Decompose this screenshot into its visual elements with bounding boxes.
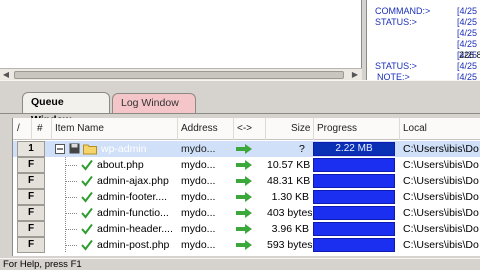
table-row[interactable]: F admin-header.... mydo... 3.96 KB C:\Us… — [13, 221, 480, 237]
checkmark-icon — [81, 159, 93, 171]
remote-pane[interactable] — [0, 0, 362, 70]
progress-bar — [313, 206, 395, 220]
item-address: mydo... — [181, 175, 216, 187]
log-line: STATUS:> — [375, 17, 417, 27]
collapse-icon[interactable] — [55, 141, 65, 157]
tab-queue-window[interactable]: Queue Window — [22, 92, 110, 126]
item-local: C:\Users\ibis\Do — [403, 239, 479, 251]
item-address: mydo... — [181, 207, 216, 219]
item-name: admin-post.php — [97, 239, 170, 251]
item-size: 3.96 KB — [271, 223, 309, 235]
item-size: 48.31 KB — [267, 175, 311, 187]
arrow-right-icon — [236, 192, 252, 202]
item-local: C:\Users\ibis\Do — [403, 175, 479, 187]
folder-icon — [83, 141, 97, 157]
progress-bar — [313, 222, 395, 236]
scroll-right-icon[interactable]: ▶ — [350, 70, 360, 80]
table-row[interactable]: 1 wp-admin mydo... ? 2.22 MB C:\Users\ib… — [13, 141, 480, 157]
status-cell: F — [17, 205, 45, 221]
table-row[interactable]: F about.php mydo... 10.57 KB C:\Users\ib… — [13, 157, 480, 173]
item-name: admin-header.... — [97, 223, 173, 235]
checkmark-icon — [81, 175, 93, 187]
tab-divider — [0, 113, 480, 114]
item-size: 593 bytes — [267, 239, 313, 251]
status-cell: F — [17, 173, 45, 189]
item-local: C:\Users\ibis\Do — [403, 223, 479, 235]
item-size: 10.57 KB — [267, 159, 311, 171]
item-name: admin-footer.... — [97, 191, 168, 203]
item-address: mydo... — [181, 239, 216, 251]
list-header: / # Item Name Address <-> Size Progress … — [13, 118, 480, 140]
scroll-left-icon[interactable]: ◀ — [1, 70, 11, 80]
arrow-right-icon — [236, 176, 252, 186]
item-address: mydo... — [181, 159, 216, 171]
arrow-right-icon — [236, 240, 252, 250]
table-row[interactable]: F admin-functio... mydo... 403 bytes C:\… — [13, 205, 480, 221]
log-line: STATUS:> — [375, 61, 417, 71]
status-cell: 1 — [17, 141, 45, 157]
log-line: COMMAND:> — [375, 6, 431, 16]
arrow-right-icon — [236, 144, 252, 154]
tab-log-window[interactable]: Log Window — [112, 93, 196, 113]
status-cell: F — [17, 221, 45, 237]
arrow-right-icon — [236, 208, 252, 218]
column-local[interactable]: Local — [403, 123, 427, 134]
checkmark-icon — [81, 207, 93, 219]
item-name: admin-functio... — [97, 207, 169, 219]
item-size: ? — [299, 143, 305, 155]
arrow-right-icon — [236, 224, 252, 234]
item-local: C:\Users\ibis\Do — [403, 207, 479, 219]
column-size[interactable]: Size — [291, 123, 310, 134]
column-item-name[interactable]: Item Name — [55, 123, 104, 134]
status-cell: F — [17, 237, 45, 253]
item-size: 1.30 KB — [271, 191, 309, 203]
table-row[interactable]: F admin-footer.... mydo... 1.30 KB C:\Us… — [13, 189, 480, 205]
log-line: 226 8 — [459, 50, 480, 60]
pane-splitter[interactable] — [0, 80, 480, 88]
scrollbar-thumb[interactable] — [14, 71, 344, 79]
column-sort[interactable]: / — [17, 123, 20, 134]
save-icon — [69, 141, 80, 157]
column-direction[interactable]: <-> — [237, 123, 252, 134]
log-line: [4/25 — [457, 39, 478, 49]
column-num[interactable]: # — [37, 123, 43, 134]
table-row[interactable]: F admin-post.php mydo... 593 bytes C:\Us… — [13, 237, 480, 253]
item-address: mydo... — [181, 191, 216, 203]
item-size: 403 bytes — [267, 207, 313, 219]
item-name: admin-ajax.php — [97, 175, 169, 187]
log-line: [4/25 — [457, 28, 478, 38]
checkmark-icon — [81, 223, 93, 235]
progress-bar — [313, 238, 395, 252]
item-address: mydo... — [181, 143, 216, 155]
item-local: C:\Users\ibis\Do — [403, 143, 479, 155]
status-bar: For Help, press F1 — [0, 258, 480, 270]
status-cell: F — [17, 157, 45, 173]
progress-bar — [313, 190, 395, 204]
tab-bar: Queue Window Log Window — [0, 90, 480, 126]
progress-bar: 2.22 MB — [313, 142, 395, 156]
status-text: For Help, press F1 — [3, 259, 82, 270]
arrow-right-icon — [236, 160, 252, 170]
column-progress[interactable]: Progress — [317, 123, 357, 134]
message-log: COMMAND:> [4/25 STATUS:> [4/25 [4/25 [4/… — [366, 0, 480, 86]
checkmark-icon — [81, 191, 93, 203]
horizontal-scrollbar[interactable]: ◀ ▶ — [0, 68, 362, 80]
item-name: wp-admin — [101, 143, 147, 155]
item-local: C:\Users\ibis\Do — [403, 191, 479, 203]
status-cell: F — [17, 189, 45, 205]
progress-bar — [313, 158, 395, 172]
column-address[interactable]: Address — [181, 123, 218, 134]
item-address: mydo... — [181, 223, 216, 235]
queue-list[interactable]: / # Item Name Address <-> Size Progress … — [12, 118, 480, 256]
progress-bar — [313, 174, 395, 188]
item-local: C:\Users\ibis\Do — [403, 159, 479, 171]
checkmark-icon — [81, 239, 93, 251]
table-row[interactable]: F admin-ajax.php mydo... 48.31 KB C:\Use… — [13, 173, 480, 189]
item-name: about.php — [97, 159, 144, 171]
